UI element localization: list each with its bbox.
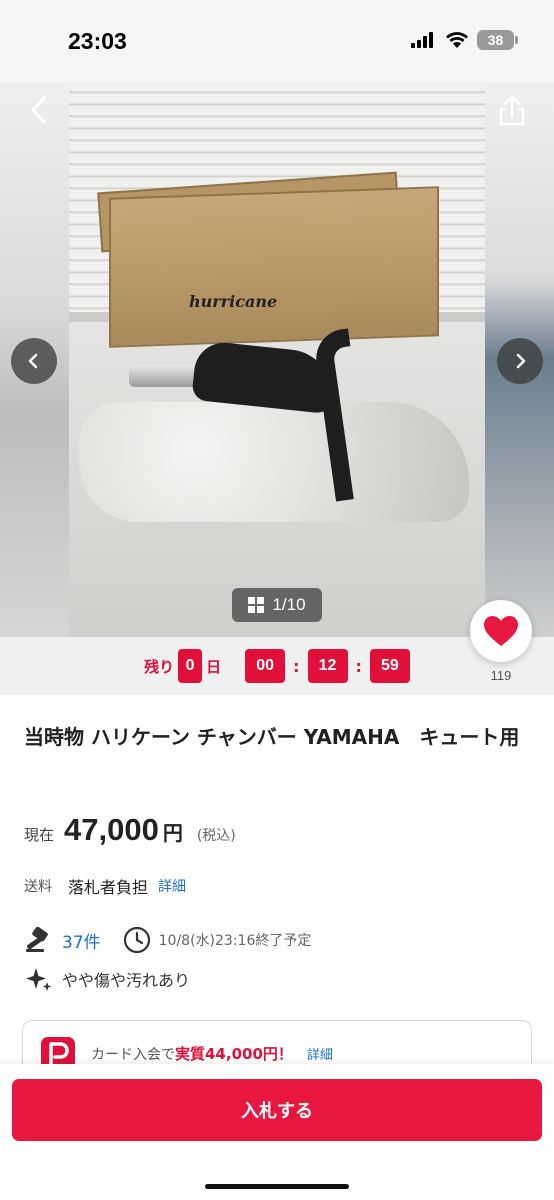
end-time: 10/8(水)23:16終了予定 xyxy=(158,933,312,949)
shipping-row: 送料 落札者負担 詳細 xyxy=(24,874,186,898)
shipping-detail-link[interactable]: 詳細 xyxy=(158,876,186,896)
watch-button[interactable] xyxy=(470,600,532,662)
photo-box-logo: hurricane xyxy=(189,292,278,311)
chevron-left-icon xyxy=(31,96,46,124)
shipping-value: 落札者負担 xyxy=(68,878,149,897)
image-counter-text: 1/10 xyxy=(272,595,306,614)
promo-prefix: カード入会で xyxy=(91,1047,175,1063)
photo-bubble-wrap xyxy=(79,402,469,522)
share-icon xyxy=(499,95,525,126)
promo-text: カード入会で実質44,000円！ 詳細 xyxy=(91,1043,333,1064)
promo-highlight: 実質44,000円！ xyxy=(175,1045,293,1063)
price-value: 47,000 xyxy=(64,812,159,847)
share-button[interactable] xyxy=(492,92,532,132)
clock-icon xyxy=(123,926,150,954)
countdown-separator: : xyxy=(355,656,362,676)
tax-note: (税込) xyxy=(196,828,236,844)
gavel-icon xyxy=(26,927,48,952)
countdown-separator: : xyxy=(293,656,300,676)
condition-row: やや傷や汚れあり xyxy=(24,966,190,992)
condition-text: やや傷や汚れあり xyxy=(62,971,191,990)
wifi-icon xyxy=(446,32,468,48)
bottom-action-bar: 入札する xyxy=(0,1064,554,1200)
countdown-days-unit: 日 xyxy=(206,657,222,676)
chevron-right-icon xyxy=(516,353,526,369)
product-photo[interactable]: hurricane xyxy=(69,82,485,637)
back-button[interactable] xyxy=(20,90,60,130)
countdown-seconds: 59 xyxy=(369,649,410,683)
image-counter[interactable]: 1/10 xyxy=(232,588,322,622)
chevron-left-icon xyxy=(28,353,38,369)
heart-icon xyxy=(484,616,518,646)
status-time: 23:03 xyxy=(68,28,127,54)
countdown-days: 0 xyxy=(178,649,203,683)
item-title: 当時物 ハリケーン チャンバー YAMAHA キュート用 xyxy=(24,725,520,749)
status-bar: 23:03 38 xyxy=(0,0,554,82)
countdown-hours: 00 xyxy=(245,649,286,683)
previous-image-button[interactable] xyxy=(11,338,57,384)
price-unit: 円 xyxy=(162,821,183,845)
price-row: 現在 47,000 円 (税込) xyxy=(24,812,236,848)
price-label: 現在 xyxy=(24,826,55,844)
signal-icon xyxy=(411,32,433,48)
sparkle-icon xyxy=(26,968,52,991)
bid-meta-row: 37件 10/8(水)23:16終了予定 xyxy=(24,926,311,954)
status-icons: 38 xyxy=(411,30,518,50)
countdown-timer: 残り 0 日 00 : 12 : 59 xyxy=(0,637,554,695)
photo-cardboard-box xyxy=(109,186,439,348)
countdown-minutes: 12 xyxy=(307,649,348,683)
battery-indicator: 38 xyxy=(477,30,518,50)
next-image-button[interactable] xyxy=(497,338,543,384)
watch-count: 119 xyxy=(490,668,512,683)
photo-silencer xyxy=(129,365,199,387)
bid-count-link[interactable]: 37件 xyxy=(62,928,101,953)
image-gallery[interactable]: hurricane 1/10 xyxy=(0,82,554,637)
shipping-label: 送料 xyxy=(24,879,52,895)
home-indicator xyxy=(205,1184,349,1189)
countdown-prefix: 残り xyxy=(144,657,175,676)
bid-button[interactable]: 入札する xyxy=(12,1079,542,1141)
grid-icon xyxy=(248,597,265,613)
promo-detail-link[interactable]: 詳細 xyxy=(307,1048,333,1063)
